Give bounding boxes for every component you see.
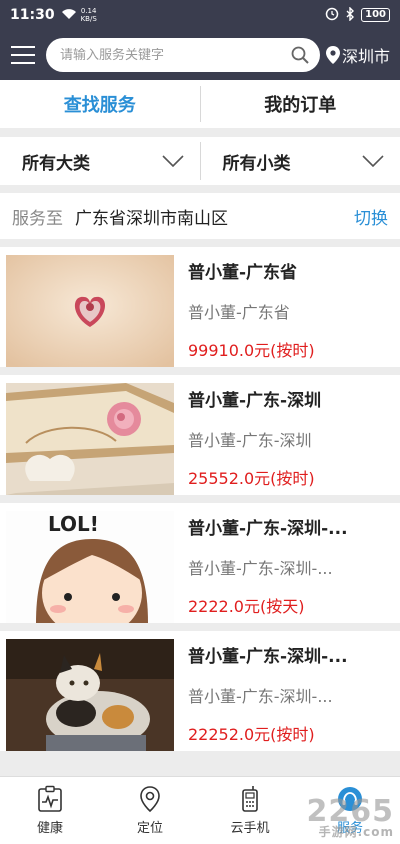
list-item[interactable]: LOL! 普小董-广东-深圳-... 普小董-广东-深圳-... 2222.0元…	[0, 503, 400, 623]
nav-health[interactable]: 健康	[0, 777, 100, 844]
status-bar: 11:30 0.14 KB/S 100	[0, 0, 400, 30]
list-item[interactable]: 普小董-广东-深圳-... 普小董-广东-深圳-... 22252.0元(按时)	[0, 631, 400, 751]
nav-cloud-phone[interactable]: 云手机	[200, 777, 300, 844]
service-subtitle: 普小董-广东-深圳	[188, 431, 312, 450]
watermark-sub: 手游网	[318, 825, 358, 839]
main-tabs: 查找服务 我的订单	[0, 80, 400, 128]
menu-icon-bar	[11, 46, 35, 48]
service-subtitle: 普小董-广东-深圳-...	[188, 687, 333, 706]
list-item[interactable]: 普小董-广东省 普小董-广东省 99910.0元(按时)	[0, 247, 400, 367]
city-label: 深圳市	[342, 47, 391, 66]
search-icon[interactable]	[290, 45, 310, 65]
lol-girl-image: LOL!	[6, 511, 174, 623]
health-monitor-icon	[38, 785, 62, 812]
tab-my-orders[interactable]: 我的订单	[201, 91, 400, 117]
minor-category-dropdown[interactable]: 所有小类	[201, 149, 400, 174]
bluetooth-icon	[345, 5, 355, 24]
battery-indicator: 100	[361, 8, 390, 22]
service-price: 99910.0元(按时)	[188, 341, 315, 359]
search-box[interactable]	[46, 38, 320, 72]
search-input[interactable]	[60, 47, 290, 63]
service-price: 2222.0元(按天)	[188, 597, 305, 615]
minor-category-label: 所有小类	[222, 153, 291, 174]
chevron-down-icon	[161, 155, 184, 167]
service-title: 普小董-广东-深圳-...	[188, 647, 348, 667]
service-title: 普小董-广东-深圳-...	[188, 519, 348, 539]
service-location-bar: 服务至 广东省深圳市南山区 切换	[0, 193, 400, 239]
service-price: 22252.0元(按时)	[188, 725, 315, 743]
bottom-navigation: 健康 定位 云手机 服务 2265 手游网.com	[0, 776, 400, 844]
location-pin-icon	[140, 786, 160, 813]
phone-icon	[242, 786, 258, 812]
service-title: 普小董-广东-深圳	[188, 391, 322, 411]
watermark-logo: 2265 手游网.com	[307, 794, 395, 840]
menu-icon-bar	[11, 54, 35, 56]
switch-location-button[interactable]: 切换	[354, 204, 388, 229]
status-time: 11:30	[10, 7, 55, 23]
service-subtitle: 普小董-广东-深圳-...	[188, 559, 333, 578]
major-category-label: 所有大类	[22, 153, 90, 174]
service-subtitle: 普小董-广东省	[188, 303, 290, 322]
menu-icon-bar	[11, 62, 35, 64]
city-selector[interactable]: 深圳市	[326, 43, 390, 67]
nav-label: 云手机	[230, 821, 270, 836]
service-list: 普小董-广东省 普小董-广东省 99910.0元(按时) 普小董-广东-深圳 普…	[0, 247, 400, 759]
alarm-icon	[325, 7, 339, 24]
tab-find-service[interactable]: 查找服务	[0, 91, 200, 117]
wifi-icon	[61, 8, 77, 23]
service-location-value: 广东省深圳市南山区	[75, 208, 228, 229]
list-item[interactable]: 普小董-广东-深圳 普小董-广东-深圳 25552.0元(按时)	[0, 375, 400, 495]
rose-book-image	[6, 383, 174, 495]
heart-box-image	[6, 255, 174, 367]
category-filters: 所有大类 所有小类	[0, 137, 400, 185]
watermark-domain: .com	[357, 825, 394, 839]
major-category-dropdown[interactable]: 所有大类	[0, 149, 200, 174]
service-price: 25552.0元(按时)	[188, 469, 315, 487]
service-title: 普小董-广东省	[188, 263, 298, 283]
nav-location[interactable]: 定位	[100, 777, 200, 844]
service-location-label: 服务至	[12, 208, 63, 229]
status-right: 100	[325, 5, 390, 24]
nav-label: 定位	[136, 821, 163, 836]
svg-text:LOL!: LOL!	[48, 512, 99, 536]
speed-value: 0.14	[80, 7, 97, 15]
chevron-down-icon	[362, 155, 384, 167]
network-speed: 0.14 KB/S	[81, 7, 97, 23]
menu-button[interactable]	[0, 30, 46, 80]
cat-image	[6, 639, 174, 751]
speed-unit: KB/S	[80, 15, 97, 23]
location-pin-icon	[326, 46, 340, 64]
app-header: 深圳市	[0, 30, 400, 80]
nav-label: 健康	[36, 821, 63, 836]
